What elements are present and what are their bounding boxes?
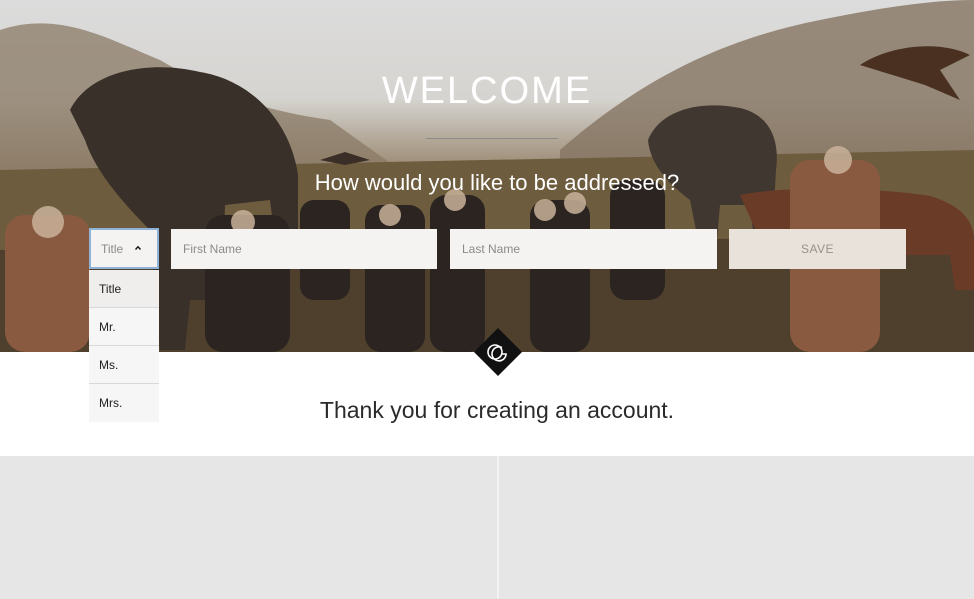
title-option-title[interactable]: Title — [89, 270, 159, 308]
gg-monogram-icon — [474, 328, 522, 376]
title-select[interactable]: Title — [89, 228, 159, 269]
title-option-mr[interactable]: Mr. — [89, 308, 159, 346]
address-question: How would you like to be addressed? — [314, 170, 680, 195]
content-panel-right — [499, 456, 974, 599]
title-option-ms[interactable]: Ms. — [89, 346, 159, 384]
title-select-value: Title — [101, 242, 124, 256]
welcome-heading: WELCOME — [381, 70, 593, 112]
first-name-input[interactable] — [171, 229, 437, 269]
last-name-input[interactable] — [450, 229, 717, 269]
content-panel-left — [0, 456, 497, 599]
title-option-mrs[interactable]: Mrs. — [89, 384, 159, 422]
chevron-up-icon — [135, 245, 141, 250]
save-button[interactable]: SAVE — [729, 229, 906, 269]
title-dropdown-list: Title Mr. Ms. Mrs. — [89, 270, 159, 422]
heading-divider — [426, 138, 558, 139]
